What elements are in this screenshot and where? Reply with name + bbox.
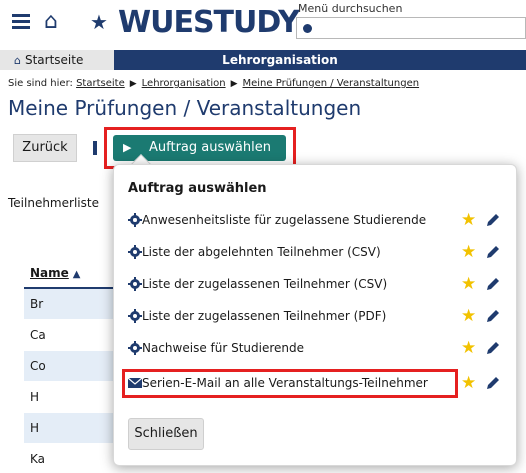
main-nav: ⌂ Startseite Lehrorganisation xyxy=(0,50,526,70)
search-icon xyxy=(303,24,312,33)
auftrag-button-label: Auftrag auswählen xyxy=(149,140,271,155)
gear-icon xyxy=(128,213,142,227)
table-row[interactable]: H xyxy=(24,413,114,444)
table-row[interactable]: Co xyxy=(24,351,114,382)
popup-item-label: Anwesenheitsliste für zugelassene Studie… xyxy=(142,213,427,227)
table-row[interactable]: H xyxy=(24,382,114,413)
gear-icon xyxy=(128,277,142,291)
favorite-star-icon[interactable]: ★ xyxy=(461,275,476,293)
popup-item-label: Liste der zugelassenen Teilnehmer (CSV) xyxy=(142,277,388,291)
search-label: Menü durchsuchen xyxy=(298,2,403,15)
breadcrumb-prefix: Sie sind hier: xyxy=(8,78,73,89)
popup-item-zugelassene-pdf[interactable]: Liste der zugelassenen Teilnehmer (PDF) … xyxy=(124,305,504,327)
popup-item-label: Liste der zugelassenen Teilnehmer (PDF) xyxy=(142,309,387,323)
header: ⌂ ★ WUESTUDY Menü durchsuchen xyxy=(0,0,526,46)
breadcrumb-item-lehrorganisation[interactable]: Lehrorganisation xyxy=(142,78,226,89)
logo[interactable]: WUESTUDY xyxy=(118,6,300,40)
favorites-star-icon[interactable]: ★ xyxy=(90,10,108,34)
gear-icon xyxy=(128,245,142,259)
search-input[interactable] xyxy=(296,17,526,39)
popup-item-abgelehnte-csv[interactable]: Liste der abgelehnten Teilnehmer (CSV) ★ xyxy=(124,241,504,263)
popup-item-label: Nachweise für Studierende xyxy=(142,341,305,355)
nav-item-startseite[interactable]: ⌂ Startseite xyxy=(0,50,114,70)
popup-item-nachweise[interactable]: Nachweise für Studierende ★ xyxy=(124,337,504,359)
popup-title: Auftrag auswählen xyxy=(128,181,267,196)
pencil-icon[interactable] xyxy=(484,307,502,325)
menu-icon[interactable] xyxy=(12,14,30,30)
pencil-icon[interactable] xyxy=(484,339,502,357)
chevron-right-icon: ▶ xyxy=(230,79,238,89)
participants-table: Name ▲ Br Ca Co H H Ka xyxy=(24,257,114,473)
nav-item-label: Startseite xyxy=(24,53,84,67)
chevron-right-icon: ▶ xyxy=(129,79,137,89)
sort-ascending-icon: ▲ xyxy=(72,269,81,280)
popup-item-label: Liste der abgelehnten Teilnehmer (CSV) xyxy=(142,245,381,259)
popup-item-anwesenheitsliste[interactable]: Anwesenheitsliste für zugelassene Studie… xyxy=(124,209,504,231)
favorite-star-icon[interactable]: ★ xyxy=(461,339,476,357)
home-icon: ⌂ xyxy=(14,54,21,67)
chevron-right-icon: ▶ xyxy=(123,141,132,154)
close-button[interactable]: Schließen xyxy=(128,418,204,450)
teilnehmerliste-label: Teilnehmerliste xyxy=(8,196,99,210)
pencil-icon[interactable] xyxy=(484,243,502,261)
gear-icon xyxy=(128,309,142,323)
breadcrumb-item-current[interactable]: Meine Prüfungen / Veranstaltungen xyxy=(243,78,420,89)
pencil-icon[interactable] xyxy=(484,275,502,293)
favorite-star-icon[interactable]: ★ xyxy=(461,374,476,392)
gear-icon xyxy=(128,341,142,355)
table-row[interactable]: Ca xyxy=(24,320,114,351)
favorite-star-icon[interactable]: ★ xyxy=(461,307,476,325)
favorite-star-icon[interactable]: ★ xyxy=(461,211,476,229)
table-row[interactable]: Br xyxy=(24,289,114,320)
nav-item-lehrorganisation[interactable]: Lehrorganisation xyxy=(114,50,526,70)
favorite-star-icon[interactable]: ★ xyxy=(461,243,476,261)
back-button[interactable]: Zurück xyxy=(13,134,77,162)
home-icon[interactable]: ⌂ xyxy=(44,9,58,35)
popup-item-zugelassene-csv[interactable]: Liste der zugelassenen Teilnehmer (CSV) … xyxy=(124,273,504,295)
column-header-label: Name xyxy=(30,266,69,280)
breadcrumb: Sie sind hier: Startseite ▶ Lehrorganisati… xyxy=(8,78,419,89)
highlight-box xyxy=(122,369,458,398)
pencil-icon[interactable] xyxy=(484,211,502,229)
breadcrumb-item-startseite[interactable]: Startseite xyxy=(76,78,125,89)
table-row[interactable]: Ka xyxy=(24,444,114,473)
pencil-icon[interactable] xyxy=(484,374,502,392)
toolbar-divider xyxy=(93,141,97,155)
column-header-name[interactable]: Name ▲ xyxy=(24,257,114,289)
page-title: Meine Prüfungen / Veranstaltungen xyxy=(8,96,362,120)
